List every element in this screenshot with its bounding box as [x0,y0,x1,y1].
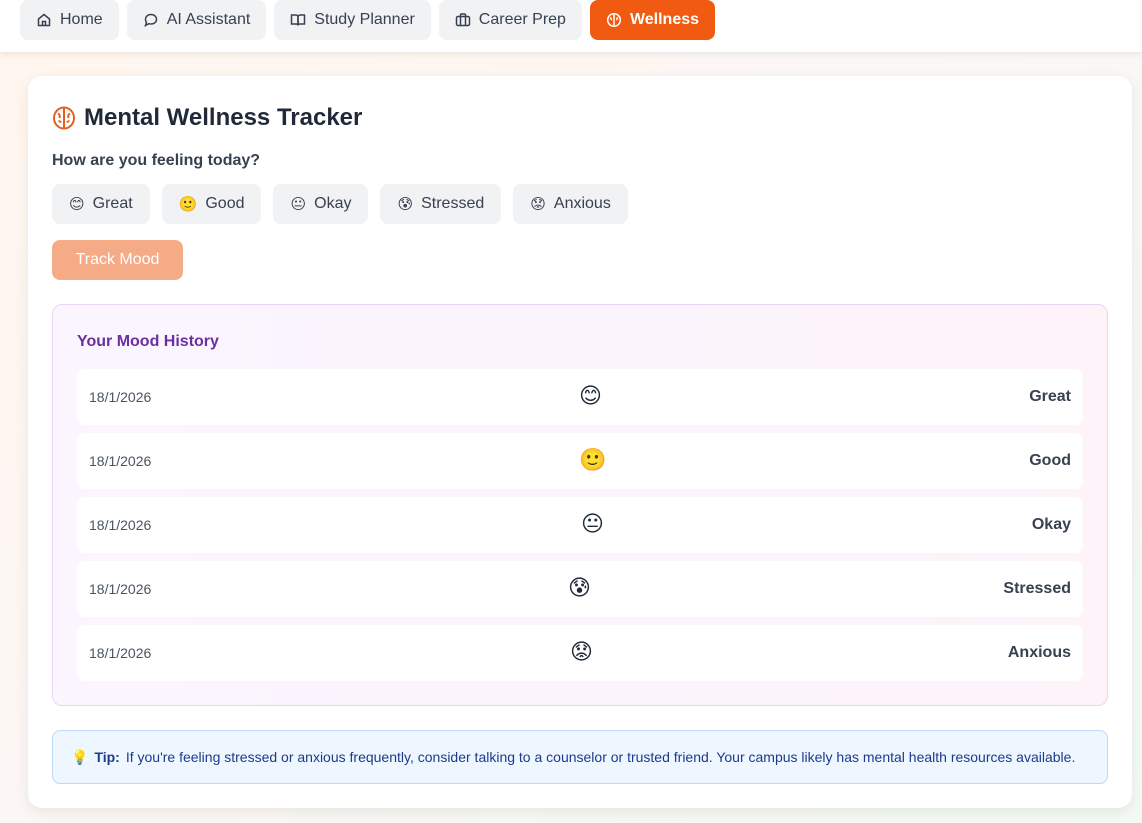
mood-question: How are you feeling today? [52,152,261,169]
history-list: 18/1/2026 😊 Great 18/1/2026 🙂 Good 18/1/… [77,369,1083,681]
book-icon [291,14,306,26]
history-date: 18/1/2026 [89,645,152,661]
history-row: 18/1/2026 😊 Great [77,369,1083,425]
tab-wellness[interactable]: Wellness [589,0,716,40]
mood-button-anxious[interactable]: 😟 Anxious [513,184,628,224]
tab-home[interactable]: Home [20,0,119,40]
chat-icon [143,13,157,28]
tab-ai-assistant[interactable]: AI Assistant [126,0,267,40]
history-date: 18/1/2026 [89,581,152,597]
tab-home-label: Home [60,11,103,28]
anxious-sweat-face-icon: 😰 [568,575,591,600]
tab-wellness-label: Wellness [629,11,700,28]
history-row: 18/1/2026 🙂 Good [77,433,1083,489]
history-title: Your Mood History [77,333,219,350]
tip-box: 💡 Tip: If you're feeling stressed or anx… [52,730,1108,784]
tip-label: Tip: [94,749,120,765]
mood-label: Stressed [421,195,485,212]
briefcase-icon [455,13,471,27]
mood-label: Great [92,195,133,212]
mood-history-panel: Your Mood History 18/1/2026 😊 Great 18/1… [52,304,1108,706]
history-mood-label: Great [1029,388,1071,405]
slightly-smiling-face-icon: 🙂 [178,196,198,213]
slightly-smiling-face-icon: 🙂 [579,447,607,472]
top-nav: Home AI Assistant Study Planner Career P… [0,0,1142,52]
tab-career-prep[interactable]: Career Prep [438,0,582,40]
mood-label: Okay [314,195,352,212]
tab-study-planner-label: Study Planner [314,11,415,28]
worried-face-icon: 😟 [570,639,593,664]
history-mood-label: Anxious [1007,644,1071,661]
tip-text: If you're feeling stressed or anxious fr… [125,749,1076,765]
anxious-sweat-face-icon: 😰 [397,196,414,213]
mood-button-great[interactable]: 😊 Great [52,184,150,224]
brain-icon [53,106,75,130]
history-row: 18/1/2026 😰 Stressed [77,561,1083,617]
home-icon [37,13,51,27]
neutral-face-icon: 😐 [581,511,604,536]
history-date: 18/1/2026 [89,389,152,405]
neutral-face-icon: 😐 [290,196,307,213]
history-mood-label: Good [1029,452,1071,469]
smiling-face-icon: 😊 [579,383,602,408]
mood-label: Anxious [553,195,611,212]
mood-button-good[interactable]: 🙂 Good [161,184,262,224]
track-mood-button[interactable]: Track Mood [52,240,183,280]
tab-career-prep-label: Career Prep [478,11,566,28]
mood-options: 😊 Great 🙂 Good 😐 Okay 😰 Stressed 😟 Anxio… [52,184,628,224]
smiling-face-icon: 😊 [69,196,85,213]
history-row: 18/1/2026 😟 Anxious [77,625,1083,681]
page-title: Mental Wellness Tracker [84,104,363,131]
mood-button-okay[interactable]: 😐 Okay [273,184,369,224]
wellness-card: Mental Wellness Tracker How are you feel… [28,76,1132,808]
history-mood-label: Okay [1031,516,1071,533]
history-mood-label: Stressed [1003,580,1071,597]
lightbulb-icon: 💡 [71,748,89,765]
tab-ai-assistant-label: AI Assistant [166,11,251,28]
mood-label: Good [205,195,245,212]
history-row: 18/1/2026 😐 Okay [77,497,1083,553]
history-date: 18/1/2026 [89,453,152,469]
title-row: Mental Wellness Tracker [52,104,362,132]
history-date: 18/1/2026 [89,517,152,533]
mood-button-stressed[interactable]: 😰 Stressed [380,184,502,224]
worried-face-icon: 😟 [530,196,546,213]
tab-study-planner[interactable]: Study Planner [274,0,431,40]
brain-icon [606,12,622,28]
